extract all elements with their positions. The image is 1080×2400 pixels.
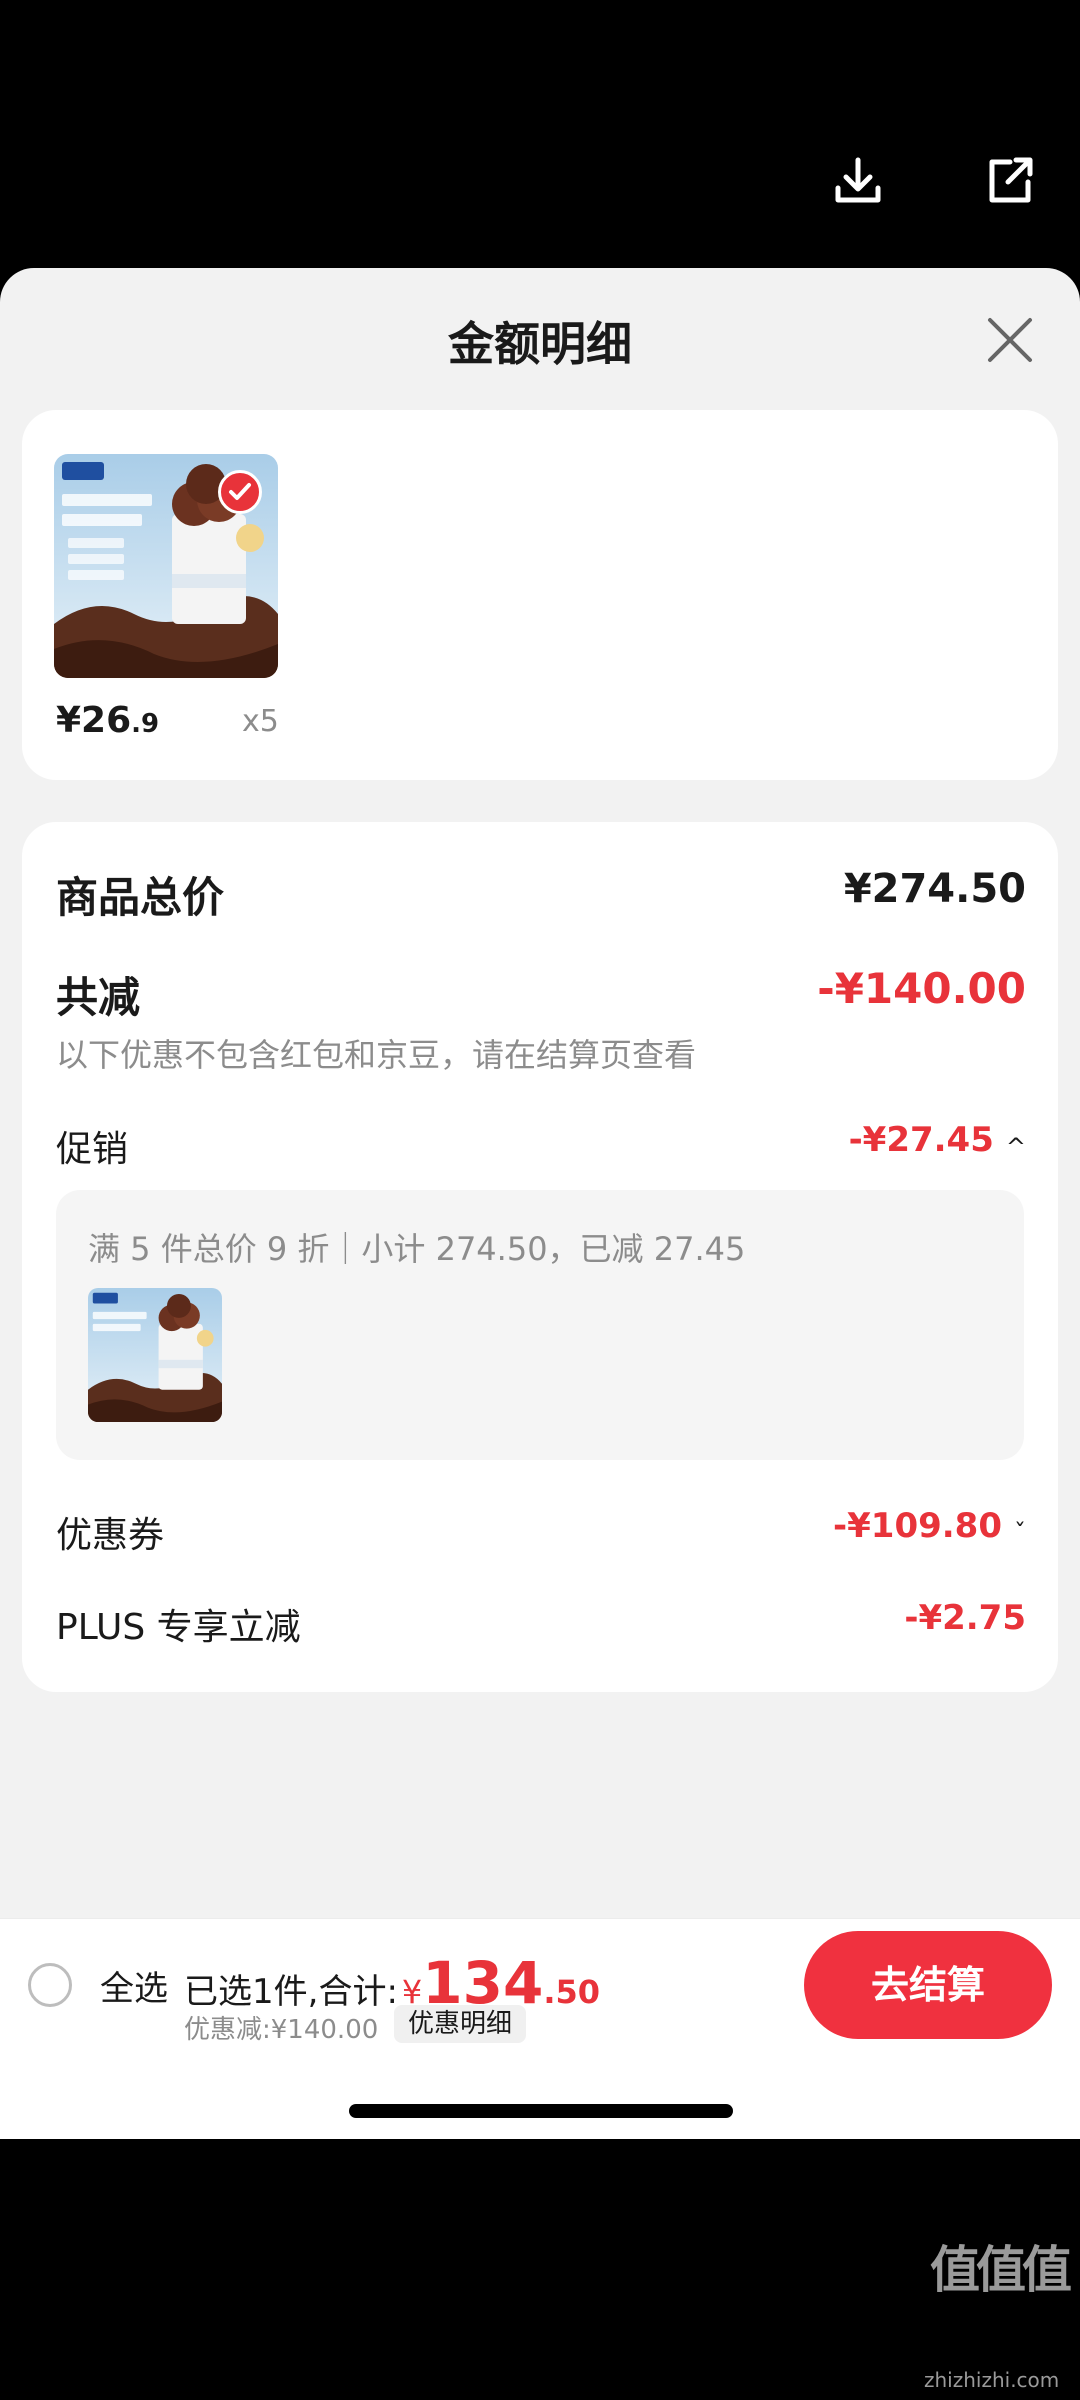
share-icon[interactable] (980, 150, 1040, 210)
promotion-label: 促销 (56, 1129, 129, 1170)
price-decimal: .9 (131, 709, 160, 739)
plus-discount-label: PLUS 专享立减 (56, 1607, 301, 1648)
reduction-note: 以下优惠不包含红包和京豆，请在结算页查看 (56, 1036, 697, 1074)
close-icon[interactable] (984, 314, 1036, 366)
price-main: ¥26 (56, 700, 132, 741)
amount-detail-sheet: 金额明细 ¥26.9 x5 商品总价 ¥274.50 共减 -¥140.00 以… (0, 268, 1080, 2139)
discount-detail-link[interactable]: 优惠明细 (394, 2005, 527, 2043)
total-price-label: 商品总价 (56, 873, 225, 922)
coupon-value: -¥109.80 (833, 1506, 1002, 1546)
reduction-label: 共减 (56, 973, 141, 1022)
total-amount-decimal: .50 (543, 1973, 601, 2011)
checkout-bar: 全选 已选1件,合计: ¥134.50 优惠减:¥140.00 优惠明细 去结算 (0, 1918, 1080, 2048)
select-all-label[interactable]: 全选 (100, 1961, 168, 2010)
plus-discount-value: -¥2.75 (904, 1598, 1026, 1638)
total-price-value: ¥274.50 (843, 866, 1026, 912)
coupon-row-toggle[interactable]: -¥109.80 ˇ (833, 1506, 1026, 1547)
reduction-value: -¥140.00 (817, 964, 1026, 1013)
price-summary-card: 商品总价 ¥274.50 共减 -¥140.00 以下优惠不包含红包和京豆，请在… (22, 822, 1058, 1692)
home-indicator[interactable] (349, 2104, 733, 2118)
selected-text: 已选1件,合计: (184, 1972, 398, 2012)
home-indicator-area (0, 2048, 1080, 2139)
download-icon[interactable] (828, 150, 888, 210)
watermark-url: zhizhizhi.com (924, 2368, 1060, 2392)
coupon-label: 优惠券 (56, 1515, 165, 1556)
site-watermark: 值值值 zhizhizhi.com (920, 2230, 1080, 2400)
promotion-product-thumbnail[interactable] (88, 1288, 222, 1422)
discount-note: 优惠减:¥140.00 (184, 2015, 379, 2045)
watermark-logo: 值值值 (930, 2241, 1072, 2299)
chevron-up-icon: ^ (1005, 1132, 1026, 1161)
promotion-row-toggle[interactable]: -¥27.45 ^ (849, 1120, 1026, 1161)
promotion-value: -¥27.45 (848, 1120, 994, 1160)
product-price: ¥26.9 (56, 700, 159, 741)
sheet-title: 金额明细 (448, 317, 632, 371)
chevron-down-icon: ˇ (1014, 1518, 1026, 1547)
product-quantity: x5 (242, 704, 279, 739)
top-bar (0, 0, 1080, 258)
product-card: ¥26.9 x5 (22, 410, 1058, 780)
selected-summary: 已选1件,合计: ¥134.50 (184, 1949, 600, 2017)
check-icon (218, 470, 262, 514)
select-all-radio[interactable] (28, 1963, 72, 2007)
promotion-detail-text: 满 5 件总价 9 折｜小计 274.50，已减 27.45 (88, 1230, 746, 1268)
checkout-button[interactable]: 去结算 (804, 1931, 1052, 2039)
